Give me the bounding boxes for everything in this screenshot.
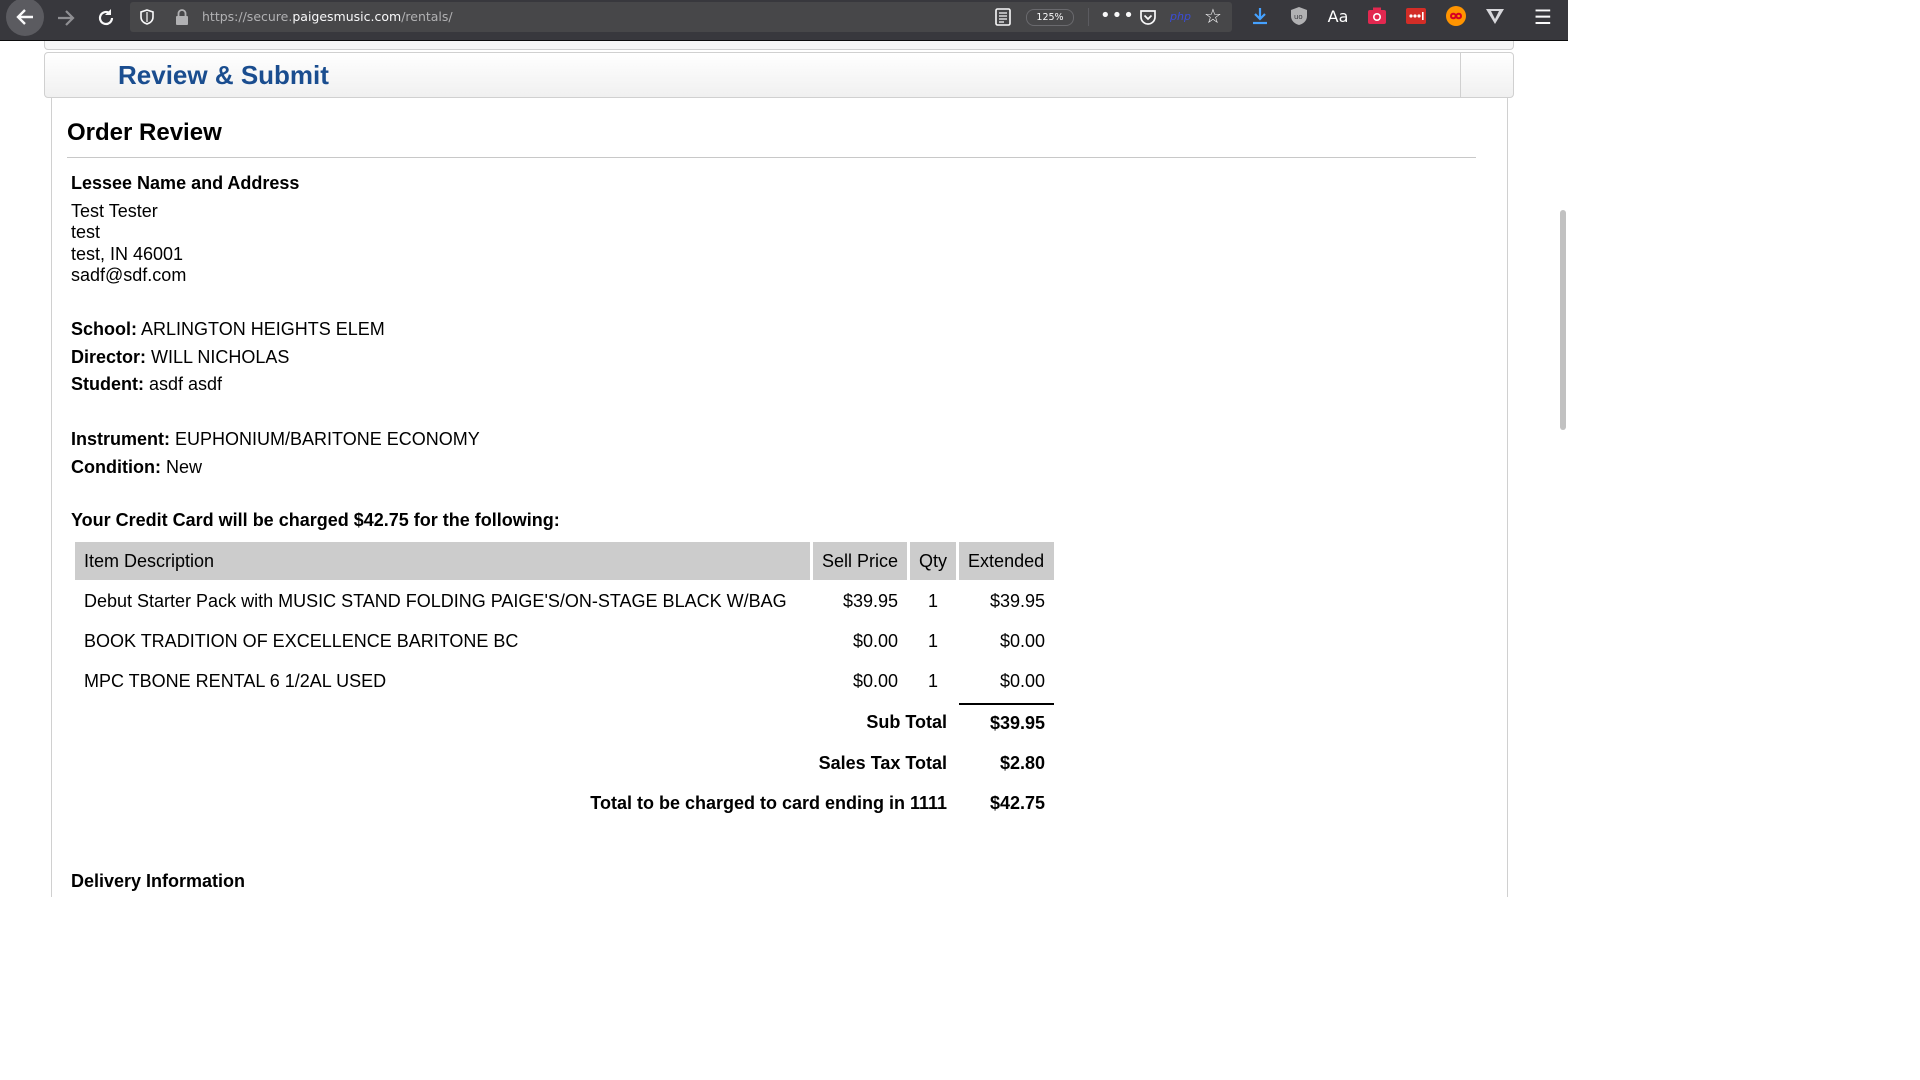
- item-description: BOOK TRADITION OF EXCELLENCE BARITONE BC: [84, 631, 519, 651]
- title-divider: [67, 157, 1476, 158]
- pocket-icon[interactable]: [1138, 7, 1158, 27]
- col-sell-price: Sell Price: [813, 542, 908, 580]
- svg-text:uo: uo: [1294, 13, 1303, 21]
- condition-row: Condition: New: [71, 454, 480, 482]
- school-value: ARLINGTON HEIGHTS ELEM: [141, 319, 385, 339]
- col-extended: Extended: [959, 542, 1055, 580]
- font-extension-icon[interactable]: Aa: [1327, 5, 1349, 27]
- student-row: Student: asdf asdf: [71, 371, 385, 399]
- col-qty: Qty: [910, 542, 957, 580]
- header-separator: [1460, 53, 1461, 97]
- item-extended: $39.95: [989, 591, 1046, 611]
- total-label: Total to be charged to card ending in 11…: [590, 793, 948, 813]
- url-bar[interactable]: https://secure.paigesmusic.com/rentals/ …: [130, 2, 1232, 32]
- lessee-email: sadf@sdf.com: [71, 265, 187, 285]
- item-description: Debut Starter Pack with MUSIC STAND FOLD…: [84, 591, 787, 611]
- url-domain: paigesmusic.com: [292, 9, 402, 24]
- reload-button[interactable]: [88, 0, 124, 36]
- table-row: Debut Starter Pack with MUSIC STAND FOLD…: [75, 583, 1054, 620]
- url-path: /rentals/: [401, 9, 453, 24]
- previous-section-edge: [44, 41, 1514, 50]
- school-row: School: ARLINGTON HEIGHTS ELEM: [71, 316, 385, 344]
- page-scrollbar[interactable]: [1556, 41, 1568, 882]
- extension-infinity-icon[interactable]: [1445, 5, 1467, 27]
- director-row: Director: WILL NICHOLAS: [71, 344, 385, 372]
- hamburger-menu-icon[interactable]: ☰: [1534, 5, 1552, 29]
- director-label: Director:: [71, 346, 147, 367]
- lock-icon[interactable]: [174, 8, 190, 26]
- subtotal-label: Sub Total: [866, 712, 948, 732]
- url-divider: [1088, 8, 1089, 26]
- delivery-info-heading: Delivery Information: [71, 871, 246, 891]
- forward-arrow-icon: [58, 10, 75, 26]
- lessee-address-line: test: [71, 222, 101, 242]
- instrument-block: Instrument: EUPHONIUM/BARITONE ECONOMY C…: [71, 426, 480, 481]
- item-price: $39.95: [842, 591, 899, 611]
- tracking-shield-icon[interactable]: [138, 8, 156, 26]
- order-review-title: Order Review: [67, 119, 222, 146]
- item-qty: 1: [928, 591, 939, 611]
- total-value: $42.75: [989, 793, 1046, 813]
- section-title: Review & Submit: [118, 60, 329, 90]
- student-value: asdf asdf: [149, 374, 223, 394]
- subtotal-value: $39.95: [959, 703, 1055, 742]
- item-price: $0.00: [852, 671, 899, 691]
- instrument-row: Instrument: EUPHONIUM/BARITONE ECONOMY: [71, 426, 480, 454]
- item-price: $0.00: [852, 631, 899, 651]
- reader-view-icon[interactable]: [994, 7, 1012, 27]
- item-qty: 1: [928, 671, 939, 691]
- back-arrow-icon: [16, 9, 33, 25]
- lessee-name: Test Tester: [71, 200, 158, 221]
- instrument-value: EUPHONIUM/BARITONE ECONOMY: [175, 429, 480, 449]
- col-item-description: Item Description: [75, 542, 810, 580]
- table-header-row: Item Description Sell Price Qty Extended: [75, 542, 1055, 580]
- item-qty: 1: [928, 631, 939, 651]
- item-extended: $0.00: [1000, 631, 1046, 651]
- condition-value: New: [165, 456, 202, 477]
- zoom-level-badge[interactable]: 125%: [1026, 9, 1074, 26]
- table-row: MPC TBONE RENTAL 6 1/2AL USED $0.00 1 $0…: [75, 663, 1054, 700]
- browser-toolbar: https://secure.paigesmusic.com/rentals/ …: [0, 0, 1568, 41]
- order-items-table: Item Description Sell Price Qty Extended…: [72, 539, 1057, 825]
- condition-label: Condition:: [71, 456, 161, 477]
- item-description: MPC TBONE RENTAL 6 1/2AL USED: [84, 671, 387, 691]
- php-extension-icon[interactable]: php: [1170, 10, 1191, 23]
- total-row: Total to be charged to card ending in 11…: [75, 785, 1054, 822]
- lessee-heading: Lessee Name and Address: [71, 173, 300, 193]
- reload-icon: [98, 9, 114, 26]
- school-block: School: ARLINGTON HEIGHTS ELEM Director:…: [71, 316, 385, 399]
- director-value: WILL NICHOLAS: [151, 346, 290, 367]
- back-button[interactable]: [6, 0, 44, 36]
- bookmark-star-icon[interactable]: ☆: [1204, 4, 1222, 28]
- item-extended: $0.00: [1000, 671, 1046, 691]
- url-text[interactable]: https://secure.paigesmusic.com/rentals/: [202, 9, 453, 24]
- downloads-icon[interactable]: [1249, 5, 1271, 27]
- tax-label: Sales Tax Total: [818, 753, 948, 773]
- charge-statement: Your Credit Card will be charged $42.75 …: [71, 510, 560, 530]
- table-row: BOOK TRADITION OF EXCELLENCE BARITONE BC…: [75, 623, 1054, 660]
- lastpass-icon[interactable]: [1405, 5, 1427, 27]
- scrollbar-thumb[interactable]: [1560, 210, 1566, 430]
- tax-row: Sales Tax Total $2.80: [75, 745, 1054, 782]
- tax-value: $2.80: [1000, 753, 1046, 773]
- lessee-block: Lessee Name and Address Test Tester test…: [71, 173, 299, 287]
- subtotal-row: Sub Total $39.95: [75, 703, 1055, 742]
- vimium-icon[interactable]: [1484, 5, 1506, 27]
- lessee-city-state-zip: test, IN 46001: [71, 243, 184, 264]
- more-actions-icon[interactable]: •••: [1100, 5, 1135, 26]
- screenshot-camera-icon[interactable]: [1366, 5, 1388, 27]
- school-label: School:: [71, 319, 137, 339]
- ublock-origin-icon[interactable]: uo: [1288, 5, 1310, 27]
- instrument-label: Instrument:: [71, 429, 170, 449]
- url-prefix: https://secure.: [202, 9, 293, 24]
- student-label: Student:: [71, 374, 144, 394]
- forward-button[interactable]: [48, 0, 84, 36]
- review-submit-header[interactable]: Review & Submit: [44, 52, 1514, 98]
